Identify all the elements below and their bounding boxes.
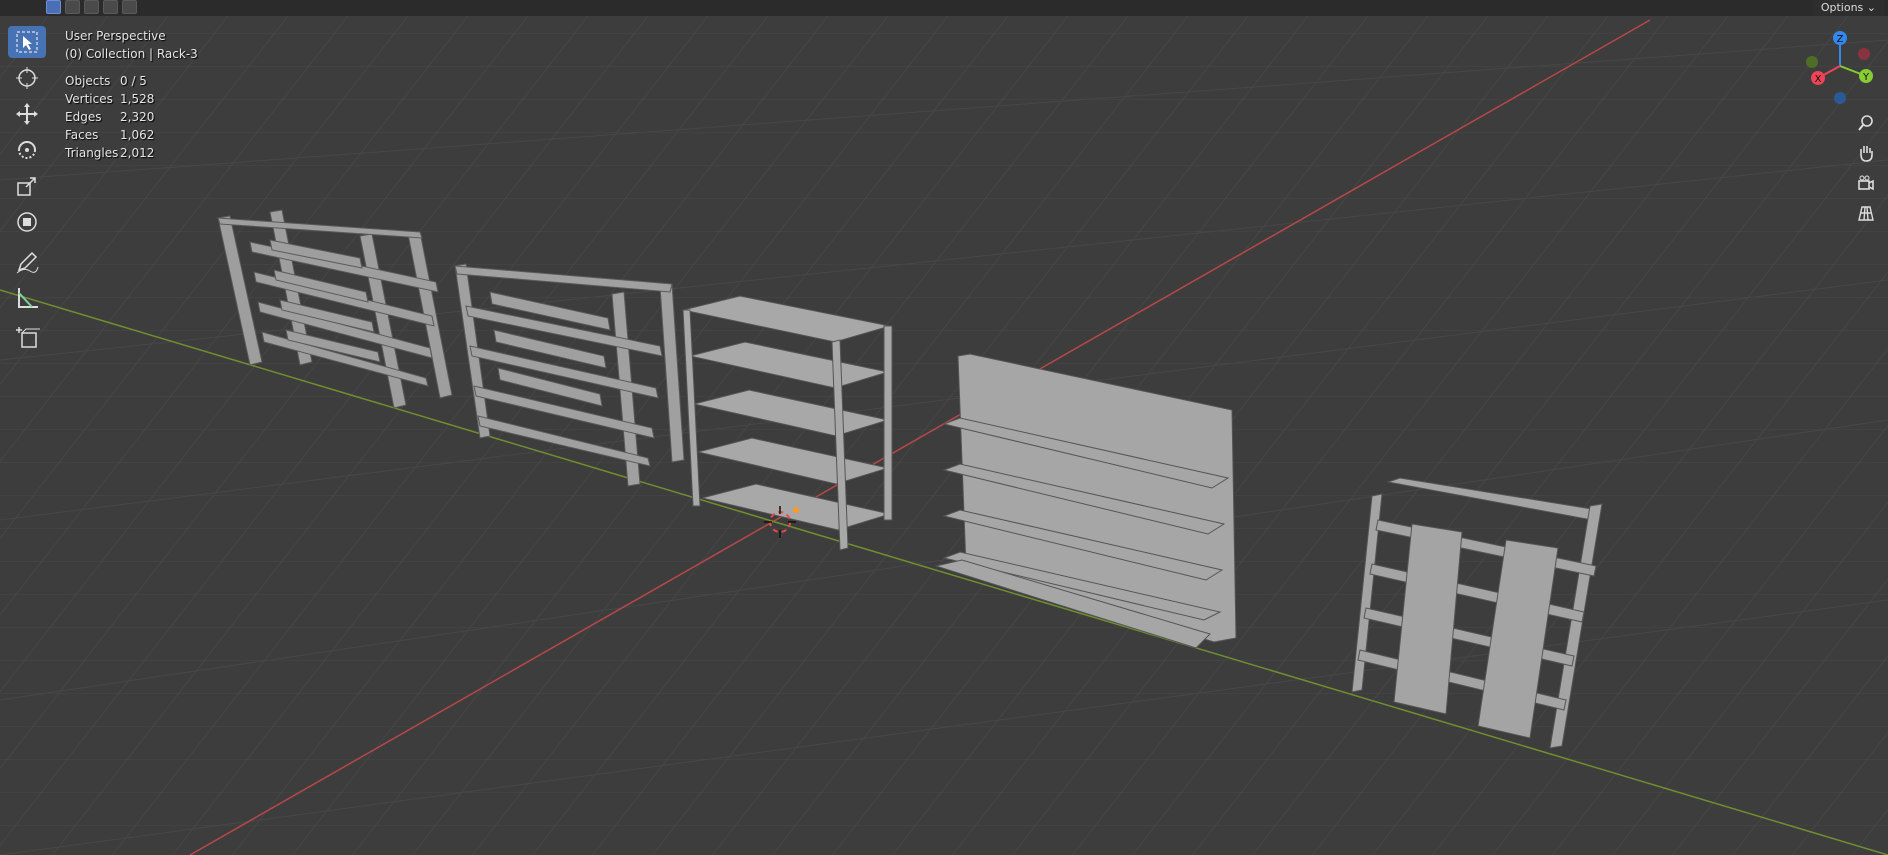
ortho-toggle-button[interactable]: [1851, 200, 1881, 226]
camera-icon: [1858, 175, 1874, 191]
stat-row: Faces 1,062: [65, 126, 154, 144]
stat-label: Edges: [65, 110, 102, 124]
header-bar: Options ⌄: [0, 0, 1888, 16]
stat-row: Vertices 1,528: [65, 90, 154, 108]
neg-y-handle[interactable]: [1806, 56, 1818, 68]
scale-tool-button[interactable]: [8, 170, 46, 202]
grid-icon: [1858, 206, 1874, 221]
move-tool-button[interactable]: [8, 98, 46, 130]
transform-icon: [17, 212, 37, 232]
x-axis-label: X: [1815, 74, 1822, 85]
cursor-tool-button[interactable]: [8, 62, 46, 94]
selection-mode-group: [46, 0, 137, 14]
stat-value: 1,062: [120, 128, 155, 142]
select-new-mode-icon[interactable]: [46, 0, 61, 14]
camera-button[interactable]: [1851, 170, 1881, 196]
add-cube-icon: [16, 327, 40, 348]
chevron-down-icon: ⌄: [1866, 1, 1876, 14]
options-dropdown[interactable]: Options ⌄: [1812, 0, 1884, 16]
transform-tool-button[interactable]: [8, 206, 46, 238]
y-axis-label: Y: [1862, 72, 1870, 83]
select-tool-button[interactable]: [8, 26, 46, 58]
select-intersect-mode-icon[interactable]: [122, 0, 137, 14]
collection-label: (0) Collection | Rack-3: [65, 47, 198, 61]
move-arrows-icon: [16, 103, 38, 125]
stat-row: Objects 0 / 5: [65, 72, 154, 90]
rotate-icon: [18, 141, 36, 159]
stat-value: 1,528: [120, 92, 155, 106]
stats-overlay: Objects 0 / 5 Vertices 1,528 Edges 2,320 Fa…: [65, 72, 154, 162]
select-subtract-mode-icon[interactable]: [84, 0, 99, 14]
pencil-icon: [16, 251, 39, 274]
origin-point: [793, 507, 799, 513]
z-axis-label: Z: [1837, 34, 1844, 45]
stat-label: Triangles: [65, 146, 119, 160]
pan-button[interactable]: [1851, 140, 1881, 166]
cursor-arrow-icon: [16, 31, 38, 53]
navigation-gizmo[interactable]: Z Y X: [1800, 26, 1880, 106]
measure-tool-button[interactable]: [8, 282, 46, 314]
options-label: Options: [1820, 1, 1864, 14]
select-invert-mode-icon[interactable]: [103, 0, 118, 14]
stat-value: 2,320: [120, 110, 155, 124]
stat-label: Vertices: [65, 92, 113, 106]
stat-row: Edges 2,320: [65, 108, 154, 126]
stat-label: Faces: [65, 128, 99, 142]
select-extend-mode-icon[interactable]: [65, 0, 80, 14]
ruler-icon: [18, 288, 38, 308]
scale-icon: [17, 177, 36, 196]
view-name: User Perspective: [65, 29, 166, 43]
neg-x-handle[interactable]: [1858, 48, 1870, 60]
add-cube-tool-button[interactable]: [8, 322, 46, 354]
crosshair-circle-icon: [16, 67, 38, 89]
hand-icon: [1860, 146, 1873, 162]
floor-grid: [0, 0, 1888, 855]
stat-label: Objects: [65, 74, 111, 88]
stat-row: Triangles 2,012: [65, 144, 154, 162]
3d-viewport[interactable]: [0, 0, 1888, 855]
annotate-tool-button[interactable]: [8, 246, 46, 278]
viewport-info: User Perspective (0) Collection | Rack-3: [65, 27, 198, 63]
neg-z-handle[interactable]: [1834, 92, 1846, 104]
stat-value: 0 / 5: [120, 74, 147, 88]
magnifier-icon: [1858, 115, 1873, 131]
stat-value: 2,012: [120, 146, 155, 160]
rotate-tool-button[interactable]: [8, 134, 46, 166]
zoom-button[interactable]: [1851, 110, 1881, 136]
